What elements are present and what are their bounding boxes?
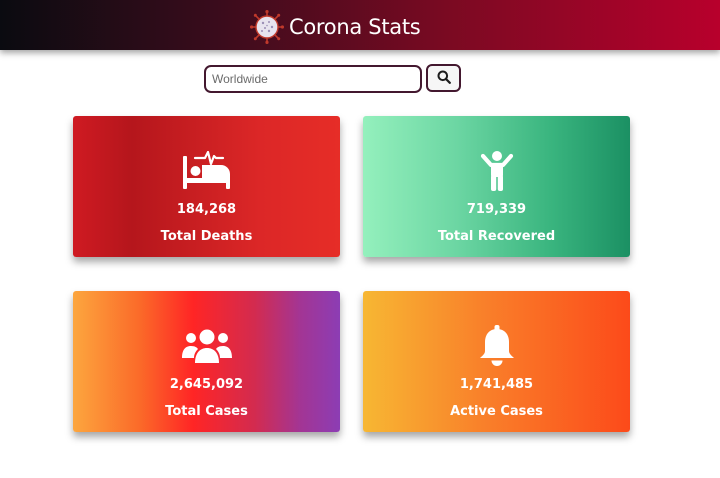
person-raised-arms-icon <box>363 149 630 193</box>
total-recovered-card: 719,339 Total Recovered <box>363 116 630 257</box>
active-count: 1,741,485 <box>459 377 534 392</box>
active-label: Active Cases <box>450 404 543 419</box>
cases-label: Total Cases <box>165 404 248 419</box>
bell-icon <box>363 324 630 368</box>
active-cases-card: 1,741,485 Active Cases <box>363 291 630 432</box>
total-cases-card: 2,645,092 Total Cases <box>73 291 340 432</box>
users-group-icon <box>73 324 340 368</box>
recovered-count: 719,339 <box>466 202 527 217</box>
deaths-label: Total Deaths <box>160 229 253 244</box>
deaths-count: 184,268 <box>176 202 237 217</box>
virus-icon <box>250 10 284 44</box>
search-button[interactable] <box>426 64 461 92</box>
search-icon <box>437 69 451 88</box>
cases-count: 2,645,092 <box>169 377 244 392</box>
top-nav-bar: Corona Stats <box>0 0 720 50</box>
country-search-input[interactable] <box>204 65 422 93</box>
app-title: Corona Stats <box>289 15 421 39</box>
recovered-label: Total Recovered <box>437 229 556 244</box>
hospital-bed-heartbeat-icon <box>73 149 340 193</box>
total-deaths-card: 184,268 Total Deaths <box>73 116 340 257</box>
brand[interactable]: Corona Stats <box>250 10 421 44</box>
